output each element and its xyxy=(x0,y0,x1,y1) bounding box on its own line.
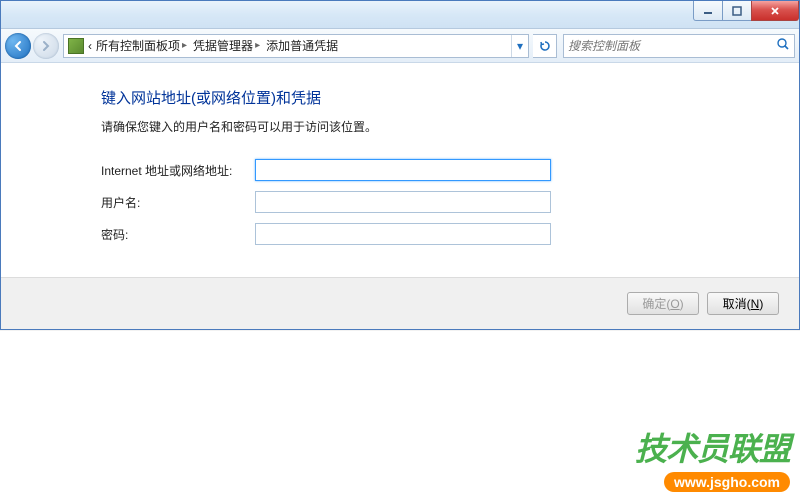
chevron-right-icon: ▸ xyxy=(255,40,260,51)
breadcrumb-item[interactable]: 所有控制面板项 ▸ xyxy=(94,37,189,54)
back-button[interactable] xyxy=(5,33,31,59)
maximize-button[interactable] xyxy=(722,1,752,21)
page-heading: 键入网站地址(或网络位置)和凭据 xyxy=(101,87,719,108)
form-row-username: 用户名: xyxy=(101,191,719,213)
breadcrumb-label: 所有控制面板项 xyxy=(96,37,180,54)
chevron-left-icon: ‹ xyxy=(88,39,92,53)
username-input[interactable] xyxy=(255,191,551,213)
control-panel-icon xyxy=(68,38,84,54)
username-label: 用户名: xyxy=(101,194,255,211)
breadcrumb: ‹ 所有控制面板项 ▸ 凭据管理器 ▸ 添加普通凭据 xyxy=(88,37,507,54)
arrow-left-icon xyxy=(11,39,25,53)
address-bar[interactable]: ‹ 所有控制面板项 ▸ 凭据管理器 ▸ 添加普通凭据 ▾ xyxy=(63,34,529,58)
footer: 确定(O) 取消(N) xyxy=(1,277,799,329)
cancel-label-suffix: ) xyxy=(759,297,763,311)
arrow-right-icon xyxy=(39,39,53,53)
minimize-icon xyxy=(703,6,713,16)
maximize-icon xyxy=(732,6,742,16)
watermark: 技术员联盟 www.jsgho.com xyxy=(635,424,790,492)
page-subtext: 请确保您键入的用户名和密码可以用于访问该位置。 xyxy=(101,118,719,135)
close-icon xyxy=(770,6,780,16)
nav-buttons xyxy=(5,33,59,59)
ok-label-prefix: 确定( xyxy=(642,295,670,312)
titlebar xyxy=(1,1,799,29)
chevron-down-icon: ▾ xyxy=(512,39,528,53)
address-dropdown[interactable]: ▾ xyxy=(511,35,528,57)
password-label: 密码: xyxy=(101,226,255,243)
window: ‹ 所有控制面板项 ▸ 凭据管理器 ▸ 添加普通凭据 ▾ xyxy=(0,0,800,330)
search-icon xyxy=(776,37,790,54)
chevron-right-icon: ▸ xyxy=(182,40,187,51)
password-input[interactable] xyxy=(255,223,551,245)
refresh-icon xyxy=(539,40,551,52)
content-area: 键入网站地址(或网络位置)和凭据 请确保您键入的用户名和密码可以用于访问该位置。… xyxy=(1,63,799,277)
ok-label-suffix: ) xyxy=(680,297,684,311)
breadcrumb-item[interactable]: 凭据管理器 ▸ xyxy=(191,37,262,54)
minimize-button[interactable] xyxy=(693,1,723,21)
form-row-password: 密码: xyxy=(101,223,719,245)
cancel-hotkey: N xyxy=(751,297,760,311)
breadcrumb-label: 凭据管理器 xyxy=(193,37,253,54)
form-row-address: Internet 地址或网络地址: xyxy=(101,159,719,181)
address-input[interactable] xyxy=(255,159,551,181)
search-box[interactable] xyxy=(563,34,795,58)
cancel-label-prefix: 取消( xyxy=(723,295,751,312)
refresh-button[interactable] xyxy=(533,34,557,58)
ok-button[interactable]: 确定(O) xyxy=(627,292,699,315)
title-buttons xyxy=(694,1,799,21)
breadcrumb-label: 添加普通凭据 xyxy=(266,37,338,54)
breadcrumb-item[interactable]: 添加普通凭据 xyxy=(264,37,340,54)
navbar: ‹ 所有控制面板项 ▸ 凭据管理器 ▸ 添加普通凭据 ▾ xyxy=(1,29,799,63)
watermark-brand: 技术员联盟 xyxy=(635,424,790,470)
search-input[interactable] xyxy=(568,39,776,53)
ok-hotkey: O xyxy=(670,297,679,311)
address-label: Internet 地址或网络地址: xyxy=(101,162,255,179)
watermark-url: www.jsgho.com xyxy=(664,472,790,492)
cancel-button[interactable]: 取消(N) xyxy=(707,292,779,315)
forward-button[interactable] xyxy=(33,33,59,59)
close-button[interactable] xyxy=(751,1,799,21)
